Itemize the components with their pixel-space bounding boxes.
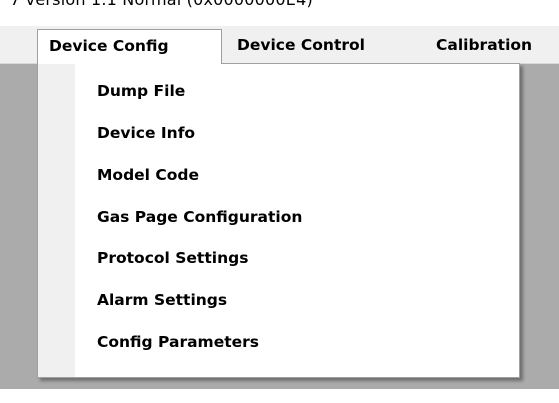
window-title: 7 version 1.1 Normal (0x0000000E4) (10, 0, 313, 9)
menu-calibration[interactable]: Calibration (436, 29, 532, 61)
device-config-dropdown: Dump File Device Info Model Code Gas Pag… (37, 63, 520, 378)
menu-item-model-code[interactable]: Model Code (97, 160, 199, 190)
menu-item-gas-page-configuration[interactable]: Gas Page Configuration (97, 202, 302, 232)
menu-bar: Device Config Device Control Calibration (0, 26, 559, 64)
title-strip: 7 version 1.1 Normal (0x0000000E4) (0, 0, 559, 26)
workspace-footer-strip (0, 389, 559, 403)
menu-device-control[interactable]: Device Control (237, 29, 365, 61)
menu-item-device-info[interactable]: Device Info (97, 118, 195, 148)
menu-icon-gutter (38, 64, 75, 377)
menu-device-config[interactable]: Device Config (37, 29, 222, 64)
menu-item-config-parameters[interactable]: Config Parameters (97, 327, 259, 357)
menu-item-alarm-settings[interactable]: Alarm Settings (97, 285, 227, 315)
menu-item-dump-file[interactable]: Dump File (97, 76, 185, 106)
menu-item-protocol-settings[interactable]: Protocol Settings (97, 243, 248, 273)
